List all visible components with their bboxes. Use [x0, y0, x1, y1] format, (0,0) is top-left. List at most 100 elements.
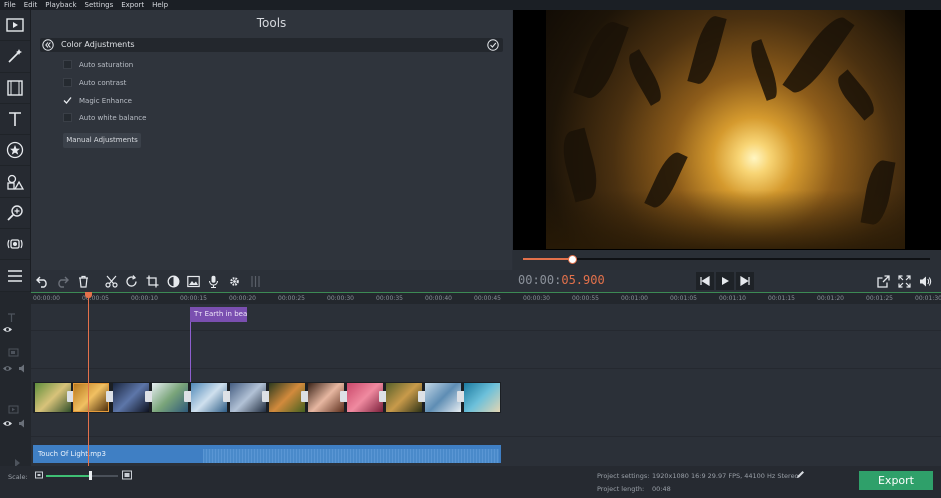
crop-button[interactable]	[143, 272, 161, 290]
clip-thumbnail[interactable]	[113, 383, 149, 412]
audio-clip[interactable]: Touch Of Light.mp3	[33, 445, 501, 463]
more-menu-icon	[8, 269, 22, 282]
menu-edit[interactable]: Edit	[20, 0, 42, 10]
titles-button[interactable]	[0, 104, 30, 136]
tools-title: Tools	[256, 16, 287, 30]
eye-icon	[3, 421, 12, 426]
rotate-button[interactable]	[122, 272, 140, 290]
rotate-icon	[125, 274, 137, 287]
ruler-tick-label: 00:00:00	[33, 295, 60, 302]
clip-thumbnail[interactable]	[269, 383, 305, 412]
preview-frame-image	[546, 10, 905, 249]
clip-thumbnail[interactable]	[347, 383, 383, 412]
clip-thumbnail[interactable]	[230, 383, 266, 412]
detach-player-button[interactable]	[874, 272, 892, 290]
color-adjust-button[interactable]	[164, 272, 182, 290]
auto-white-balance-label: Auto white balance	[79, 114, 147, 122]
eye-icon	[3, 327, 12, 332]
auto-saturation-label: Auto saturation	[79, 61, 134, 69]
volume-button[interactable]	[916, 272, 934, 290]
menu-export[interactable]: Export	[117, 0, 148, 10]
delete-button[interactable]	[74, 272, 92, 290]
stickers-button[interactable]	[0, 135, 30, 167]
fullscreen-button[interactable]	[895, 272, 913, 290]
clip-thumbnail[interactable]	[464, 383, 500, 412]
zoom-in-icon[interactable]	[122, 470, 132, 480]
stabilization-button[interactable]	[0, 229, 30, 261]
video-track-visibility[interactable]	[2, 414, 13, 433]
menu-settings[interactable]: Settings	[81, 0, 118, 10]
stabilization-icon	[7, 239, 23, 249]
menu-help[interactable]: Help	[148, 0, 172, 10]
scale-slider-knob[interactable]	[89, 471, 92, 480]
track-headers	[0, 292, 31, 467]
contrast-icon	[167, 275, 179, 287]
progress-knob[interactable]	[567, 255, 577, 264]
next-frame-button[interactable]	[736, 272, 754, 290]
playback-progress-bar[interactable]	[513, 250, 941, 270]
title-track-visibility[interactable]	[2, 320, 13, 339]
overlay-track-audio[interactable]	[18, 359, 29, 378]
clip-settings-button[interactable]	[225, 272, 243, 290]
clip-thumbnail-selected[interactable]	[73, 383, 109, 412]
undo-button[interactable]	[33, 272, 51, 290]
video-preview	[513, 10, 941, 250]
edit-toolbar	[31, 270, 513, 291]
more-tools-button[interactable]	[0, 260, 30, 292]
previous-frame-button[interactable]	[696, 272, 714, 290]
video-clip-strip[interactable]	[33, 382, 501, 413]
magic-enhance-label: Magic Enhance	[79, 97, 132, 105]
zoom-out-icon[interactable]	[35, 471, 43, 479]
fullscreen-icon	[897, 274, 911, 288]
clip-thumbnail[interactable]	[152, 383, 188, 412]
apply-check-icon[interactable]	[487, 39, 499, 51]
magic-enhance-checkbox[interactable]	[63, 96, 72, 105]
tools-panel: Tools Color Adjustments Auto saturation …	[31, 10, 512, 272]
gear-icon	[229, 276, 239, 286]
import-media-button[interactable]	[0, 10, 30, 42]
scale-slider-fill	[46, 475, 90, 477]
title-clip[interactable]: Tт Earth in beau	[190, 307, 247, 322]
image-button[interactable]	[184, 272, 202, 290]
transitions-button[interactable]	[0, 73, 30, 104]
audio-clip-label: Touch Of Light.mp3	[38, 450, 106, 458]
menu-file[interactable]: File	[0, 0, 20, 10]
play-button[interactable]	[716, 272, 734, 290]
split-button[interactable]	[102, 272, 120, 290]
callouts-button[interactable]	[0, 166, 30, 198]
ruler-tick-label: 00:00:10	[131, 295, 158, 302]
project-length-value: 00:48	[652, 485, 671, 493]
speaker-icon	[19, 364, 24, 373]
zoom-button[interactable]	[0, 198, 30, 230]
equalizer-icon	[250, 275, 260, 287]
ruler-tick-label: 00:01:20	[817, 295, 844, 302]
auto-saturation-checkbox[interactable]	[63, 60, 72, 69]
manual-adjustments-button[interactable]: Manual Adjustments	[63, 133, 141, 148]
left-sidebar	[0, 10, 31, 292]
ruler-tick-label: 00:00:45	[474, 295, 501, 302]
clip-thumbnail[interactable]	[425, 383, 461, 412]
playhead-line[interactable]	[88, 292, 89, 466]
record-voice-button[interactable]	[204, 272, 222, 290]
clip-thumbnail[interactable]	[308, 383, 344, 412]
back-icon[interactable]	[42, 39, 54, 51]
color-adjustments-header: Color Adjustments	[40, 38, 503, 52]
clip-thumbnail[interactable]	[386, 383, 422, 412]
clip-thumbnail[interactable]	[35, 383, 71, 412]
ruler-tick-label: 00:01:30	[915, 295, 941, 302]
redo-button[interactable]	[53, 272, 71, 290]
video-track-audio[interactable]	[18, 414, 29, 433]
play-icon	[722, 277, 729, 285]
clip-thumbnail[interactable]	[191, 383, 227, 412]
filters-button[interactable]	[0, 41, 30, 73]
scale-label: Scale:	[8, 473, 28, 481]
export-button[interactable]: Export	[859, 471, 933, 490]
menu-playback[interactable]: Playback	[41, 0, 80, 10]
auto-contrast-checkbox[interactable]	[63, 78, 72, 87]
skip-back-icon	[700, 276, 710, 286]
auto-white-balance-checkbox[interactable]	[63, 113, 72, 122]
overlay-track-visibility[interactable]	[2, 359, 13, 378]
pencil-icon[interactable]	[796, 470, 805, 479]
equalizer-button[interactable]	[246, 272, 264, 290]
playhead-handle[interactable]	[85, 292, 92, 298]
